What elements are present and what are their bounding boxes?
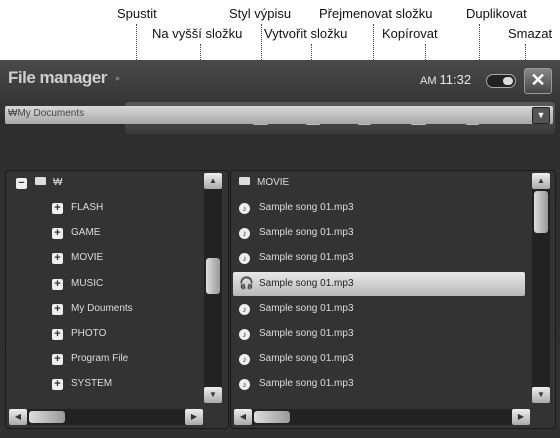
file-item-label: Sample song 01.mp3 bbox=[259, 252, 354, 264]
callout-run: Spustit bbox=[117, 6, 157, 21]
music-note-icon: ♪ bbox=[239, 354, 250, 366]
current-folder-row[interactable]: MOVIE bbox=[239, 171, 289, 195]
files-vertical-scrollbar[interactable]: ▲ ▼ bbox=[532, 173, 550, 403]
file-item-label: Sample song 01.mp3 bbox=[259, 227, 354, 239]
path-bar[interactable]: ₩My Documents ▼ bbox=[5, 106, 553, 124]
tree-scroll-thumb[interactable] bbox=[206, 258, 220, 294]
file-item-label: Sample song 01.mp3 bbox=[259, 277, 354, 289]
headphones-icon: 🎧 bbox=[239, 275, 254, 290]
files-horizontal-scrollbar[interactable]: ◀ ▶ bbox=[234, 409, 530, 425]
expand-icon: + bbox=[52, 354, 63, 366]
file-item-label: Sample song 01.mp3 bbox=[259, 378, 354, 390]
tree-item[interactable]: + PHOTO bbox=[52, 322, 106, 346]
collapse-icon: − bbox=[16, 178, 27, 189]
clock-ampm: AM bbox=[420, 75, 437, 87]
expand-icon: + bbox=[52, 253, 63, 265]
tree-item[interactable]: + SYSTEM bbox=[52, 372, 112, 396]
file-item[interactable]: ♪ Sample song 01.mp3 bbox=[233, 322, 525, 346]
tree-scroll-right-button[interactable]: ▶ bbox=[185, 409, 203, 425]
path-dropdown-button[interactable]: ▼ bbox=[532, 107, 550, 124]
title-bar: File manager • AM 11:32 ✕ bbox=[0, 60, 560, 100]
tree-item-label: Program File bbox=[71, 353, 129, 365]
tree-item[interactable]: + MOVIE bbox=[52, 246, 103, 270]
folder-icon bbox=[239, 177, 250, 185]
file-item[interactable]: ♪ Sample song 01.mp3 bbox=[233, 297, 525, 321]
expand-icon: + bbox=[52, 203, 63, 214]
expand-icon: + bbox=[52, 278, 63, 290]
callout-new-folder: Vytvořit složku bbox=[264, 26, 348, 41]
tree-item-label: MOVIE bbox=[71, 252, 104, 264]
file-item-label: Sample song 01.mp3 bbox=[259, 328, 354, 339]
files-hscroll-thumb[interactable] bbox=[254, 411, 290, 423]
file-item[interactable]: ♪ Sample song 01.mp3 bbox=[233, 347, 525, 371]
tree-item-label: MUSIC bbox=[71, 277, 104, 289]
folder-tree-panel: − ₩ + FLASH + GAME + MOVIE + MUSIC + My Douments + P… bbox=[5, 170, 229, 429]
tree-hscroll-thumb[interactable] bbox=[29, 411, 65, 423]
files-scroll-up-button[interactable]: ▲ bbox=[532, 173, 550, 189]
file-item[interactable]: ♪ Sample song 01.mp3 bbox=[233, 372, 525, 396]
tree-item[interactable]: + GAME bbox=[52, 221, 100, 245]
files-scroll-thumb[interactable] bbox=[534, 191, 548, 233]
files-scroll-left-button[interactable]: ◀ bbox=[234, 409, 252, 425]
tree-scroll-left-button[interactable]: ◀ bbox=[9, 409, 27, 425]
music-note-icon: ♪ bbox=[239, 303, 250, 315]
tree-item[interactable]: + My Douments bbox=[52, 297, 133, 321]
tree-item[interactable]: + MUSIC bbox=[52, 272, 103, 296]
file-item[interactable]: 🎧 Sample song 01.mp3 bbox=[233, 271, 525, 296]
path-field[interactable]: ₩My Documents bbox=[8, 108, 84, 119]
music-note-icon: ♪ bbox=[239, 329, 250, 340]
file-item-label: Sample song 01.mp3 bbox=[259, 202, 354, 213]
callout-delete: Smazat bbox=[508, 26, 553, 41]
tree-root-label: ₩ bbox=[53, 177, 63, 188]
file-item-label: Sample song 01.mp3 bbox=[259, 302, 354, 314]
tree-item[interactable]: + Program File bbox=[52, 347, 128, 371]
tree-vertical-scrollbar[interactable]: ▲ ▼ bbox=[204, 173, 222, 403]
music-note-icon: ♪ bbox=[239, 253, 250, 265]
files-scroll-down-button[interactable]: ▼ bbox=[532, 387, 550, 403]
clock: AM 11:32 bbox=[420, 72, 471, 87]
tree-item-label: GAME bbox=[71, 227, 101, 239]
tree-root[interactable]: − ₩ bbox=[16, 171, 62, 195]
callout-copy: Kopírovat bbox=[382, 26, 438, 41]
app-title: File manager bbox=[8, 68, 107, 87]
clock-time: 11:32 bbox=[439, 72, 472, 87]
callout-list-style: Styl výpisu bbox=[229, 6, 292, 21]
tree-item-label: My Douments bbox=[71, 302, 133, 314]
files-scroll-right-button[interactable]: ▶ bbox=[512, 409, 530, 425]
folder-icon bbox=[35, 177, 46, 185]
callout-rename: Přejmenovat složku bbox=[319, 6, 433, 21]
tree-item-label: PHOTO bbox=[71, 328, 107, 339]
tree-horizontal-scrollbar[interactable]: ◀ ▶ bbox=[9, 409, 203, 425]
title-dot: • bbox=[115, 70, 120, 86]
file-item[interactable]: ♪ Sample song 01.mp3 bbox=[233, 196, 525, 220]
tree-scroll-down-button[interactable]: ▼ bbox=[204, 387, 222, 403]
expand-icon: + bbox=[52, 329, 63, 340]
callout-duplicate: Duplikovat bbox=[466, 6, 527, 21]
tree-item-label: SYSTEM bbox=[71, 378, 113, 390]
current-folder-label: MOVIE bbox=[257, 177, 290, 188]
file-item-label: Sample song 01.mp3 bbox=[259, 353, 354, 365]
music-note-icon: ♪ bbox=[239, 379, 250, 391]
tree-item-label: FLASH bbox=[71, 202, 104, 213]
tree-item[interactable]: + FLASH bbox=[52, 196, 103, 220]
file-item[interactable]: ♪ Sample song 01.mp3 bbox=[233, 246, 525, 270]
music-note-icon: ♪ bbox=[239, 203, 250, 214]
expand-icon: + bbox=[52, 228, 63, 240]
file-list-panel: MOVIE ♪ Sample song 01.mp3 ♪ Sample song 01… bbox=[230, 170, 556, 429]
expand-icon: + bbox=[52, 303, 63, 315]
music-note-icon: ♪ bbox=[239, 228, 250, 240]
expand-icon: + bbox=[52, 379, 63, 391]
file-item[interactable]: ♪ Sample song 01.mp3 bbox=[233, 221, 525, 245]
tree-scroll-up-button[interactable]: ▲ bbox=[204, 173, 222, 189]
battery-icon bbox=[486, 74, 516, 88]
callout-up-folder: Na vyšší složku bbox=[152, 26, 243, 41]
close-button[interactable]: ✕ bbox=[524, 68, 552, 94]
